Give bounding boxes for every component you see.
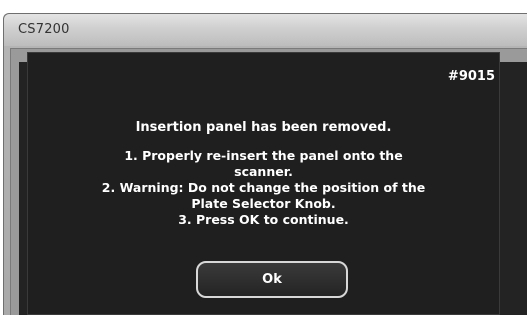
error-instructions: 1. Properly re-insert the panel onto the… <box>28 148 499 228</box>
error-heading: Insertion panel has been removed. <box>135 120 392 135</box>
instruction-line: Plate Selector Knob. <box>191 196 336 211</box>
instruction-line: 1. Properly re-insert the panel onto the <box>124 148 403 163</box>
error-dialog-panel: #9015 Insertion panel has been removed. … <box>27 52 500 315</box>
error-code: #9015 <box>447 69 495 84</box>
title-bar[interactable]: CS7200 <box>4 14 527 46</box>
instruction-line: 3. Press OK to continue. <box>178 212 349 227</box>
ok-button[interactable]: Ok <box>196 261 348 298</box>
window-title: CS7200 <box>18 22 70 37</box>
instruction-line: scanner. <box>234 164 293 179</box>
instruction-line: 2. Warning: Do not change the position o… <box>101 180 426 195</box>
